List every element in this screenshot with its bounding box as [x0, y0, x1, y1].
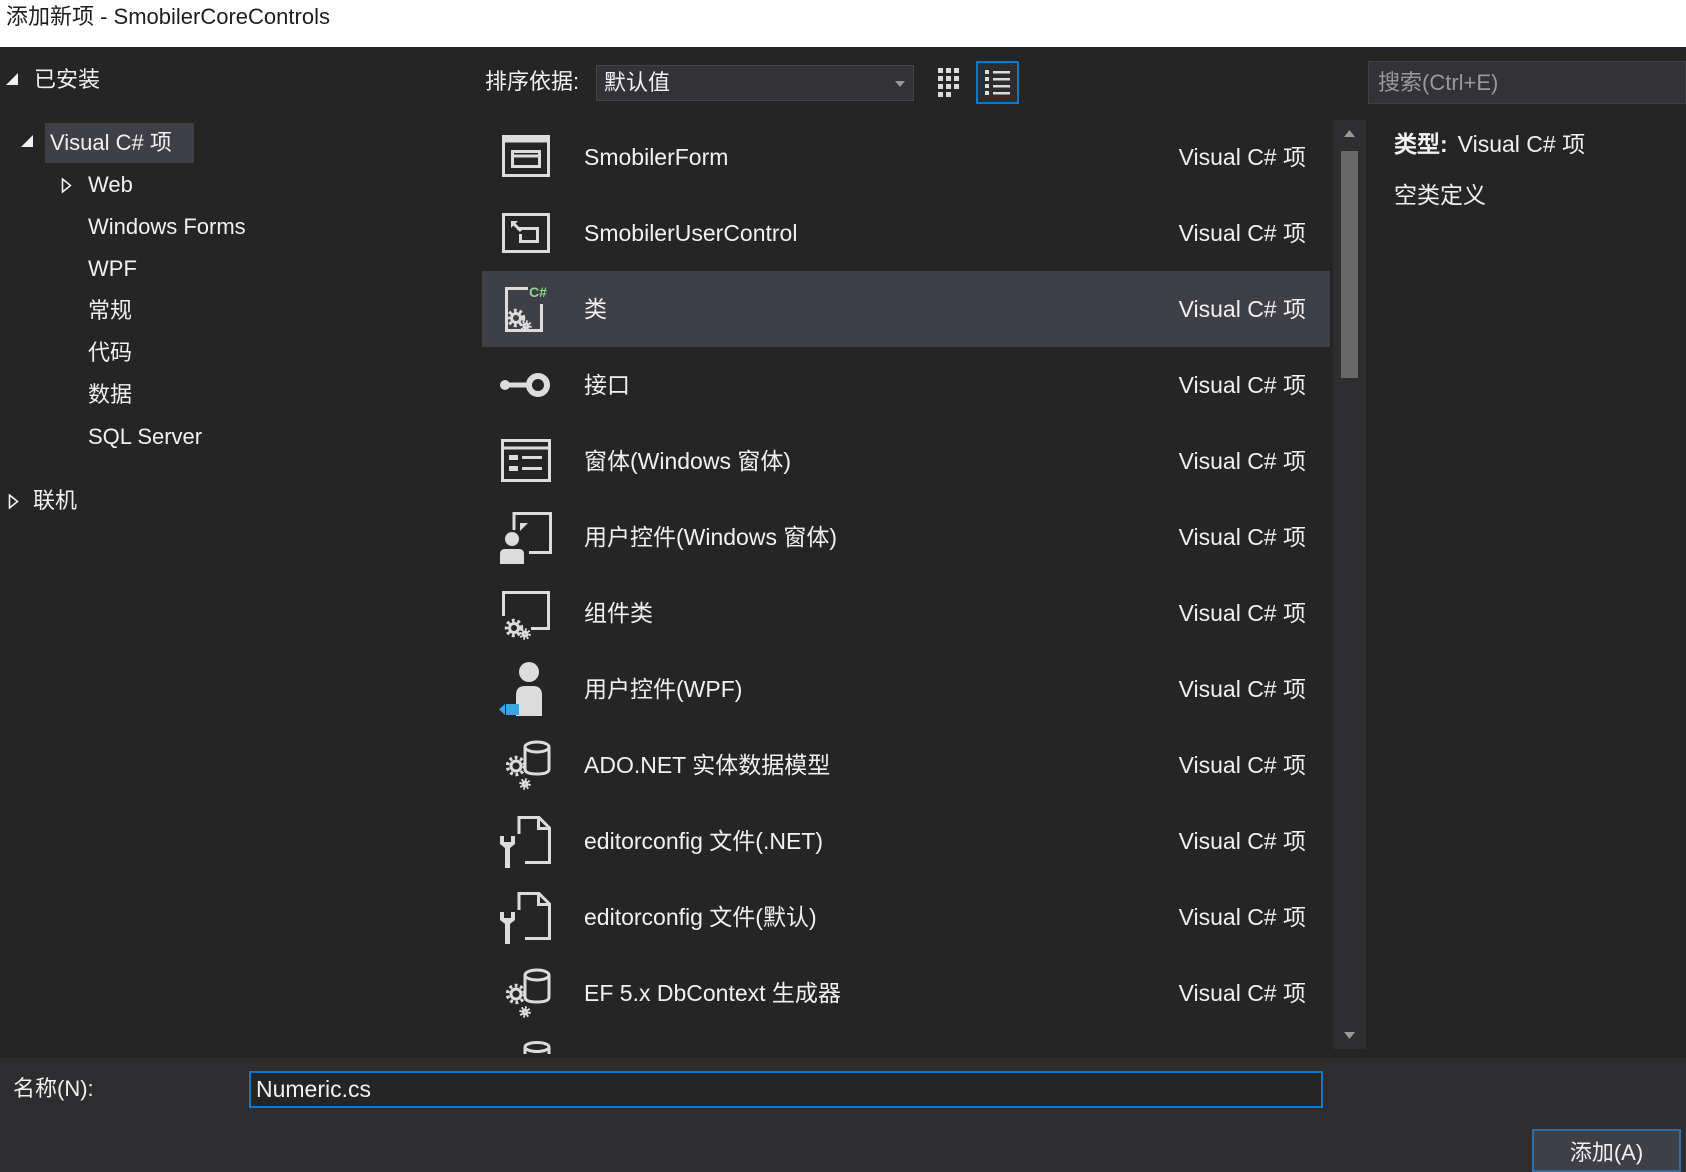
- template-rows: SmobilerForm Visual C# 项 SmobilerUserCon…: [482, 119, 1330, 1054]
- template-name: 用户控件(Windows 窗体): [584, 524, 838, 550]
- tree-node-online[interactable]: 联机: [33, 486, 77, 516]
- grid-view-button[interactable]: [931, 63, 965, 101]
- editorconfig-icon: [500, 892, 551, 944]
- template-item[interactable]: SmobilerUserControl Visual C# 项: [482, 195, 1330, 271]
- template-type: Visual C# 项: [1178, 448, 1306, 474]
- scroll-down-arrow-icon[interactable]: [1344, 1032, 1355, 1039]
- template-item[interactable]: C# 类 Visual C# 项: [482, 271, 1330, 347]
- template-item[interactable]: 用户控件(Windows 窗体) Visual C# 项: [482, 499, 1330, 575]
- expanded-arrow-icon[interactable]: [6, 73, 18, 85]
- template-name: 用户控件(WPF): [584, 676, 743, 702]
- template-item[interactable]: ADO.NET 实体数据模型 Visual C# 项: [482, 727, 1330, 803]
- template-item[interactable]: 窗体(Windows 窗体) Visual C# 项: [482, 423, 1330, 499]
- winforms-user-control-icon: [500, 512, 552, 564]
- tree-node-web[interactable]: Web: [88, 170, 133, 200]
- editorconfig-icon: [500, 816, 551, 868]
- add-button[interactable]: 添加(A): [1532, 1129, 1681, 1172]
- list-scrollbar[interactable]: [1333, 120, 1366, 1049]
- template-name: 窗体(Windows 窗体): [584, 448, 792, 474]
- scroll-thumb[interactable]: [1341, 151, 1358, 378]
- grid-view-icon: [937, 67, 959, 97]
- collapsed-arrow-icon[interactable]: [61, 178, 72, 193]
- template-list: SmobilerForm Visual C# 项 SmobilerUserCon…: [479, 116, 1330, 1054]
- dbcontext-generator-icon: [505, 968, 551, 1018]
- details-type-value: Visual C# 项: [1457, 131, 1586, 157]
- template-name: SmobilerForm: [584, 144, 729, 170]
- scroll-up-arrow-icon[interactable]: [1344, 130, 1355, 137]
- template-type: Visual C# 项: [1178, 828, 1306, 854]
- sort-value: 默认值: [604, 70, 671, 95]
- form-window-icon: [502, 135, 550, 177]
- template-type: Visual C# 项: [1178, 220, 1306, 246]
- list-view-icon: [985, 70, 1010, 95]
- template-name: editorconfig 文件(默认): [584, 904, 817, 930]
- tree-node-data[interactable]: 数据: [88, 380, 132, 410]
- template-name: EF 5.x DbContext 生成器: [584, 980, 841, 1006]
- template-type: Visual C# 项: [1178, 372, 1306, 398]
- tree-node-wpf[interactable]: WPF: [88, 254, 137, 284]
- expanded-arrow-icon[interactable]: [21, 135, 33, 147]
- list-view-button[interactable]: [976, 61, 1019, 104]
- csharp-badge: C#: [529, 284, 547, 300]
- tree-node-installed[interactable]: 已安装: [34, 65, 100, 95]
- class-icon: C#: [505, 284, 547, 332]
- name-label: 名称(N):: [13, 1076, 94, 1101]
- entity-data-model-icon: [505, 740, 551, 790]
- template-name: SmobilerUserControl: [584, 220, 798, 246]
- template-item[interactable]: editorconfig 文件(.NET) Visual C# 项: [482, 803, 1330, 879]
- template-type: Visual C# 项: [1178, 676, 1306, 702]
- template-type: Visual C# 项: [1178, 524, 1306, 550]
- title-bar: 添加新项 - SmobilerCoreControls: [0, 0, 1686, 47]
- tree-node-sql-server[interactable]: SQL Server: [88, 422, 202, 452]
- tree-node-general[interactable]: 常规: [88, 296, 132, 326]
- name-input[interactable]: [249, 1071, 1323, 1108]
- template-name: ADO.NET 实体数据模型: [584, 752, 831, 778]
- template-item-partial[interactable]: [482, 1031, 1330, 1054]
- search-input[interactable]: [1368, 61, 1686, 104]
- chevron-down-icon: [895, 81, 905, 87]
- database-icon: [523, 1041, 551, 1054]
- template-item[interactable]: editorconfig 文件(默认) Visual C# 项: [482, 879, 1330, 955]
- template-name: 类: [584, 296, 607, 322]
- tree-node-code[interactable]: 代码: [88, 338, 132, 368]
- sort-label: 排序依据:: [485, 69, 580, 94]
- template-type: Visual C# 项: [1178, 144, 1306, 170]
- template-item[interactable]: SmobilerForm Visual C# 项: [482, 119, 1330, 195]
- details-description: 空类定义: [1394, 182, 1486, 208]
- wpf-user-control-icon: [499, 662, 542, 716]
- collapsed-arrow-icon[interactable]: [8, 494, 19, 509]
- template-type: Visual C# 项: [1178, 600, 1306, 626]
- details-type-label: 类型:: [1394, 131, 1448, 157]
- template-item[interactable]: 组件类 Visual C# 项: [482, 575, 1330, 651]
- interface-icon: [500, 373, 550, 397]
- template-name: 接口: [584, 372, 630, 398]
- windows-form-icon: [501, 439, 551, 482]
- tree-node-visual-csharp[interactable]: Visual C# 项: [45, 123, 194, 163]
- template-type: Visual C# 项: [1178, 752, 1306, 778]
- template-type: Visual C# 项: [1178, 980, 1306, 1006]
- component-class-icon: [502, 591, 550, 640]
- template-item[interactable]: 用户控件(WPF) Visual C# 项: [482, 651, 1330, 727]
- name-bar: 名称(N): 添加(A): [0, 1058, 1686, 1172]
- template-type: Visual C# 项: [1178, 904, 1306, 930]
- details-type: 类型: Visual C# 项: [1394, 129, 1585, 159]
- template-item[interactable]: EF 5.x DbContext 生成器 Visual C# 项: [482, 955, 1330, 1031]
- user-control-icon: [502, 213, 550, 253]
- window-title: 添加新项 - SmobilerCoreControls: [6, 4, 330, 29]
- template-item[interactable]: 接口 Visual C# 项: [482, 347, 1330, 423]
- template-name: editorconfig 文件(.NET): [584, 828, 824, 854]
- template-type: Visual C# 项: [1178, 296, 1306, 322]
- template-name: 组件类: [584, 600, 653, 626]
- sort-dropdown[interactable]: 默认值: [596, 65, 914, 101]
- tree-node-windows-forms[interactable]: Windows Forms: [88, 212, 246, 242]
